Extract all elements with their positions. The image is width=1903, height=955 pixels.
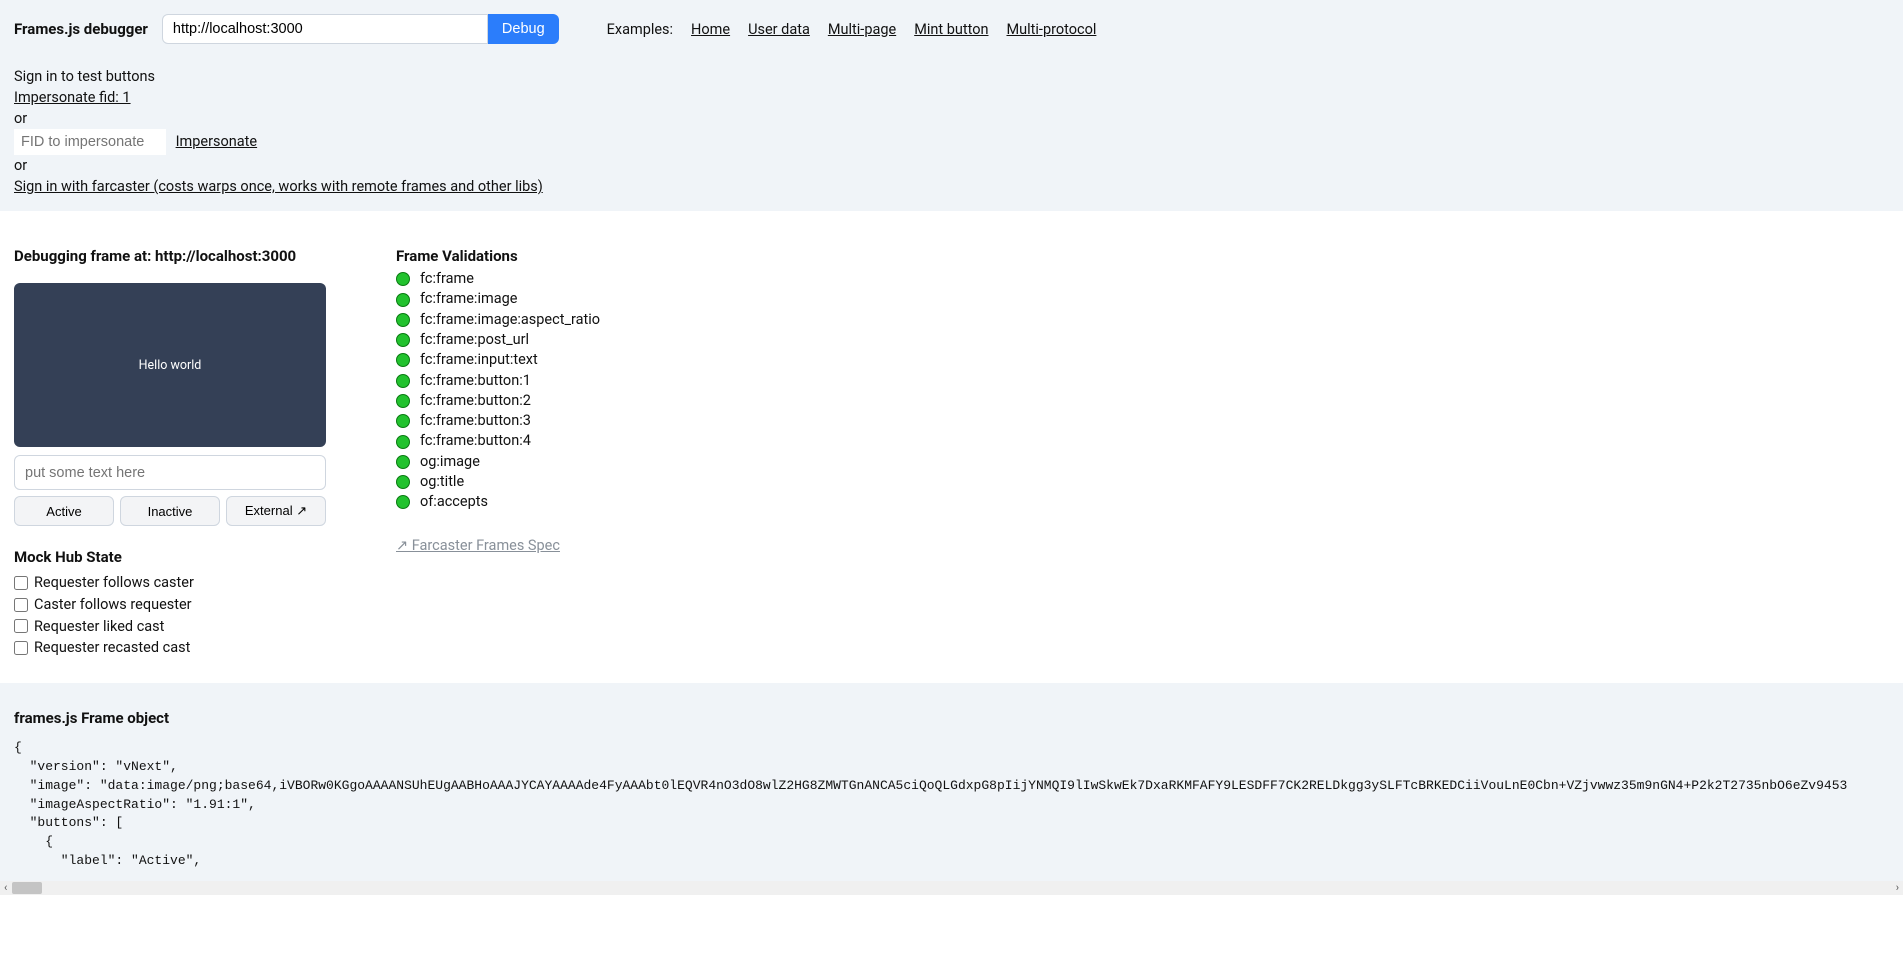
validation-label: fc:frame:image:aspect_ratio <box>420 310 600 330</box>
status-ok-icon <box>396 495 410 509</box>
mockhub-row-requester-liked-cast[interactable]: Requester liked cast <box>14 616 354 638</box>
validation-label: fc:frame:button:2 <box>420 391 531 411</box>
validation-label: og:image <box>420 452 480 472</box>
url-group: Debug <box>162 14 559 44</box>
fid-input[interactable] <box>14 129 166 155</box>
signin-farcaster-link[interactable]: Sign in with farcaster (costs warps once… <box>14 178 543 195</box>
example-link-multi-protocol[interactable]: Multi-protocol <box>1006 21 1096 38</box>
frame-button-external[interactable]: External ↗ <box>226 496 326 526</box>
topbar-row: Frames.js debugger Debug Examples: Home … <box>14 14 1889 44</box>
url-input[interactable] <box>162 14 488 44</box>
validation-row: of:accepts <box>396 492 600 512</box>
validation-row: fc:frame:input:text <box>396 350 600 370</box>
debug-button[interactable]: Debug <box>488 14 559 44</box>
farcaster-spec-link[interactable]: ↗ Farcaster Frames Spec <box>396 537 560 554</box>
horizontal-scrollbar[interactable]: ‹ › <box>0 881 1903 895</box>
app-title: Frames.js debugger <box>14 20 148 38</box>
mockhub-label: Requester follows caster <box>34 572 194 594</box>
debugging-heading-url: http://localhost:3000 <box>155 247 296 265</box>
mockhub-row-requester-recasted-cast[interactable]: Requester recasted cast <box>14 637 354 659</box>
scrollbar-thumb[interactable] <box>12 882 42 894</box>
mockhub-row-caster-follows-requester[interactable]: Caster follows requester <box>14 594 354 616</box>
validation-row: fc:frame <box>396 269 600 289</box>
mockhub-checkbox[interactable] <box>14 598 28 612</box>
or-text-1: or <box>14 108 1889 129</box>
mockhub-label: Caster follows requester <box>34 594 192 616</box>
status-ok-icon <box>396 272 410 286</box>
validation-row: fc:frame:button:2 <box>396 391 600 411</box>
debugging-heading-prefix: Debugging frame at: <box>14 247 155 265</box>
mock-hub-heading: Mock Hub State <box>14 548 354 566</box>
validation-label: fc:frame:input:text <box>420 350 538 370</box>
frame-button-active[interactable]: Active <box>14 496 114 526</box>
status-ok-icon <box>396 455 410 469</box>
status-ok-icon <box>396 313 410 327</box>
mockhub-label: Requester liked cast <box>34 616 164 638</box>
frame-image-preview: Hello world <box>14 283 326 447</box>
validation-label: fc:frame:button:1 <box>420 371 531 391</box>
scroll-left-icon[interactable]: ‹ <box>4 881 7 894</box>
example-link-multi-page[interactable]: Multi-page <box>828 21 896 38</box>
main-content: Debugging frame at: http://localhost:300… <box>0 211 1903 683</box>
validation-row: fc:frame:image:aspect_ratio <box>396 310 600 330</box>
status-ok-icon <box>396 394 410 408</box>
mockhub-checkbox[interactable] <box>14 576 28 590</box>
frame-object-section: frames.js Frame object { "version": "vNe… <box>0 683 1903 881</box>
status-ok-icon <box>396 435 410 449</box>
validation-label: fc:frame:button:3 <box>420 411 531 431</box>
validation-row: og:image <box>396 452 600 472</box>
frame-object-heading: frames.js Frame object <box>14 709 1889 727</box>
validation-label: fc:frame <box>420 269 474 289</box>
validation-row: og:title <box>396 472 600 492</box>
mock-hub-state: Mock Hub State Requester follows caster … <box>14 548 354 659</box>
status-ok-icon <box>396 374 410 388</box>
validation-row: fc:frame:button:1 <box>396 371 600 391</box>
status-ok-icon <box>396 475 410 489</box>
validation-label: fc:frame:post_url <box>420 330 529 350</box>
validation-label: fc:frame:button:4 <box>420 431 531 451</box>
mockhub-label: Requester recasted cast <box>34 637 190 659</box>
status-ok-icon <box>396 414 410 428</box>
validation-label: fc:frame:image <box>420 289 517 309</box>
scroll-right-icon[interactable]: › <box>1896 881 1899 894</box>
frame-text-input[interactable] <box>14 455 326 490</box>
frame-image-text: Hello world <box>139 358 202 373</box>
example-link-mint-button[interactable]: Mint button <box>914 21 988 38</box>
validation-row: fc:frame:image <box>396 289 600 309</box>
frame-buttons-row: Active Inactive External ↗ <box>14 496 326 526</box>
status-ok-icon <box>396 333 410 347</box>
validations-heading: Frame Validations <box>396 247 600 265</box>
examples-nav: Examples: Home User data Multi-page Mint… <box>607 21 1097 38</box>
validation-label: of:accepts <box>420 492 488 512</box>
debugging-heading: Debugging frame at: http://localhost:300… <box>14 247 354 265</box>
example-link-home[interactable]: Home <box>691 21 730 38</box>
validation-row: fc:frame:button:4 <box>396 431 600 451</box>
frame-button-inactive[interactable]: Inactive <box>120 496 220 526</box>
signin-prompt: Sign in to test buttons <box>14 66 1889 87</box>
examples-label: Examples: <box>607 21 673 38</box>
left-column: Debugging frame at: http://localhost:300… <box>14 247 354 659</box>
validation-label: og:title <box>420 472 464 492</box>
mockhub-checkbox[interactable] <box>14 619 28 633</box>
topbar: Frames.js debugger Debug Examples: Home … <box>0 0 1903 211</box>
impersonate-fid-1-link[interactable]: Impersonate fid: 1 <box>14 89 131 106</box>
signin-block: Sign in to test buttons Impersonate fid:… <box>14 66 1889 197</box>
frame-object-json: { "version": "vNext", "image": "data:ima… <box>14 739 1889 871</box>
or-text-2: or <box>14 155 1889 176</box>
validation-row: fc:frame:post_url <box>396 330 600 350</box>
mockhub-checkbox[interactable] <box>14 641 28 655</box>
impersonate-button[interactable]: Impersonate <box>176 133 258 150</box>
example-link-user-data[interactable]: User data <box>748 21 810 38</box>
mockhub-row-requester-follows-caster[interactable]: Requester follows caster <box>14 572 354 594</box>
right-column: Frame Validations fc:frame fc:frame:imag… <box>396 247 600 659</box>
status-ok-icon <box>396 293 410 307</box>
status-ok-icon <box>396 353 410 367</box>
validation-row: fc:frame:button:3 <box>396 411 600 431</box>
